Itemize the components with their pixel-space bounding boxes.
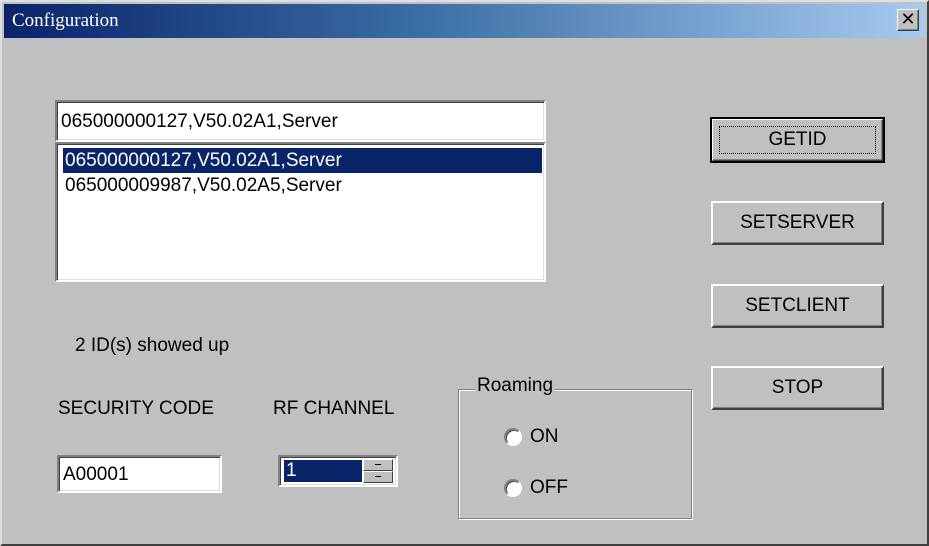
spin-down-icon[interactable]: [363, 471, 393, 483]
setserver-button[interactable]: SETSERVER: [711, 201, 884, 245]
id-listbox[interactable]: 065000000127,V50.02A1,Server 06500000998…: [55, 142, 546, 282]
title-bar[interactable]: Configuration ✕: [4, 4, 925, 38]
list-item[interactable]: 065000000127,V50.02A1,Server: [63, 148, 542, 173]
id-combo-field[interactable]: 065000000127,V50.02A1,Server: [55, 100, 546, 142]
rf-channel-value: 1: [284, 460, 362, 482]
setclient-button-label: SETCLIENT: [745, 295, 850, 316]
rf-channel-label: RF CHANNEL: [273, 398, 395, 419]
security-code-value: A00001: [63, 464, 129, 485]
roaming-group-label: Roaming: [475, 375, 556, 397]
rf-channel-spinner[interactable]: 1: [278, 455, 398, 487]
radio-circle-icon[interactable]: [504, 479, 522, 497]
id-combo-value: 065000000127,V50.02A1,Server: [61, 111, 338, 132]
stop-button-label: STOP: [771, 377, 824, 398]
setclient-button[interactable]: SETCLIENT: [711, 284, 884, 328]
close-icon[interactable]: ✕: [897, 9, 919, 31]
setserver-button-label: SETSERVER: [740, 212, 855, 233]
spin-buttons[interactable]: [363, 459, 393, 483]
stop-button[interactable]: STOP: [711, 366, 884, 410]
getid-button[interactable]: GETID: [710, 117, 885, 163]
getid-button-label: GETID: [768, 129, 827, 150]
radio-circle-icon[interactable]: [504, 428, 522, 446]
security-code-label: SECURITY CODE: [58, 398, 214, 419]
roaming-on-label: ON: [530, 426, 559, 447]
security-code-field[interactable]: A00001: [57, 455, 222, 493]
window-title: Configuration: [12, 10, 119, 31]
list-item[interactable]: 065000009987,V50.02A5,Server: [63, 173, 542, 198]
roaming-groupbox: [458, 389, 692, 519]
roaming-off-label: OFF: [530, 477, 568, 498]
spin-up-icon[interactable]: [363, 459, 393, 471]
status-text: 2 ID(s) showed up: [75, 335, 230, 356]
